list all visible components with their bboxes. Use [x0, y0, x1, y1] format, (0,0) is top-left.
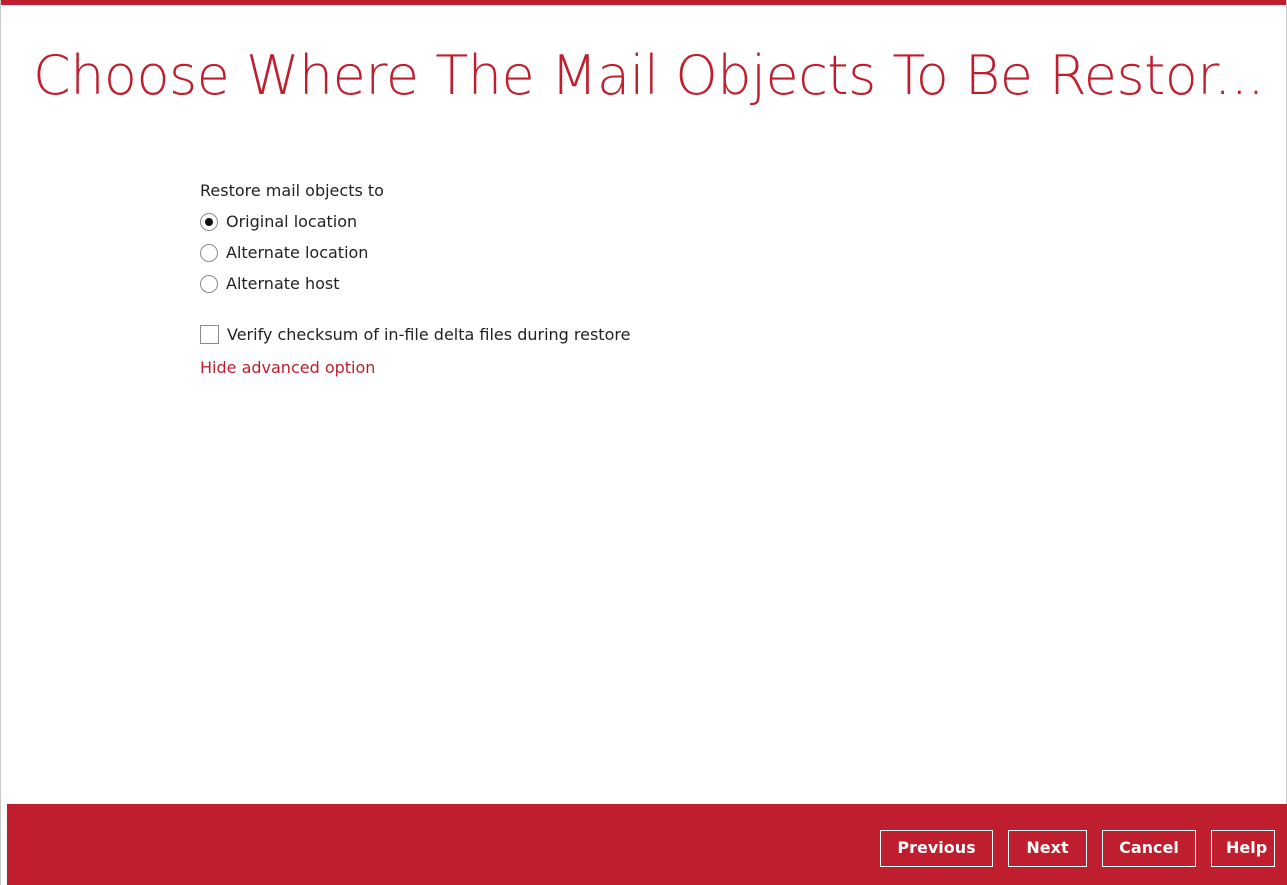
radio-alternate-location[interactable]: Alternate location — [200, 237, 630, 268]
wizard-footer: Previous Next Cancel Help — [7, 804, 1287, 885]
verify-checksum-label: Verify checksum of in-file delta files d… — [227, 324, 631, 344]
cancel-button[interactable]: Cancel — [1102, 830, 1196, 867]
radio-alternate-host[interactable]: Alternate host — [200, 268, 630, 299]
top-accent-bar — [1, 0, 1286, 5]
hide-advanced-option-link[interactable]: Hide advanced option — [200, 357, 375, 379]
verify-checksum-option[interactable]: Verify checksum of in-file delta files d… — [200, 319, 630, 349]
radio-button-alternate-host[interactable] — [200, 274, 218, 293]
radio-label-original-location: Original location — [226, 212, 358, 231]
previous-button[interactable]: Previous — [880, 830, 993, 867]
radio-button-alternate-location[interactable] — [200, 243, 218, 262]
page-title: Choose Where The Mail Objects To Be Rest… — [33, 44, 1265, 107]
help-button[interactable]: Help — [1211, 830, 1275, 867]
radio-label-alternate-location: Alternate location — [226, 243, 369, 262]
verify-checksum-checkbox[interactable] — [200, 324, 219, 344]
radio-label-alternate-host: Alternate host — [226, 274, 340, 293]
radio-button-original-location[interactable] — [200, 212, 218, 231]
restore-options-panel: Restore mail objects to Original locatio… — [200, 176, 630, 379]
next-button[interactable]: Next — [1008, 830, 1087, 867]
radio-original-location[interactable]: Original location — [200, 206, 630, 237]
restore-wizard-window: Choose Where The Mail Objects To Be Rest… — [0, 0, 1287, 885]
footer-button-group: Previous Next Cancel Help — [880, 830, 1275, 867]
restore-destination-label: Restore mail objects to — [200, 181, 384, 200]
